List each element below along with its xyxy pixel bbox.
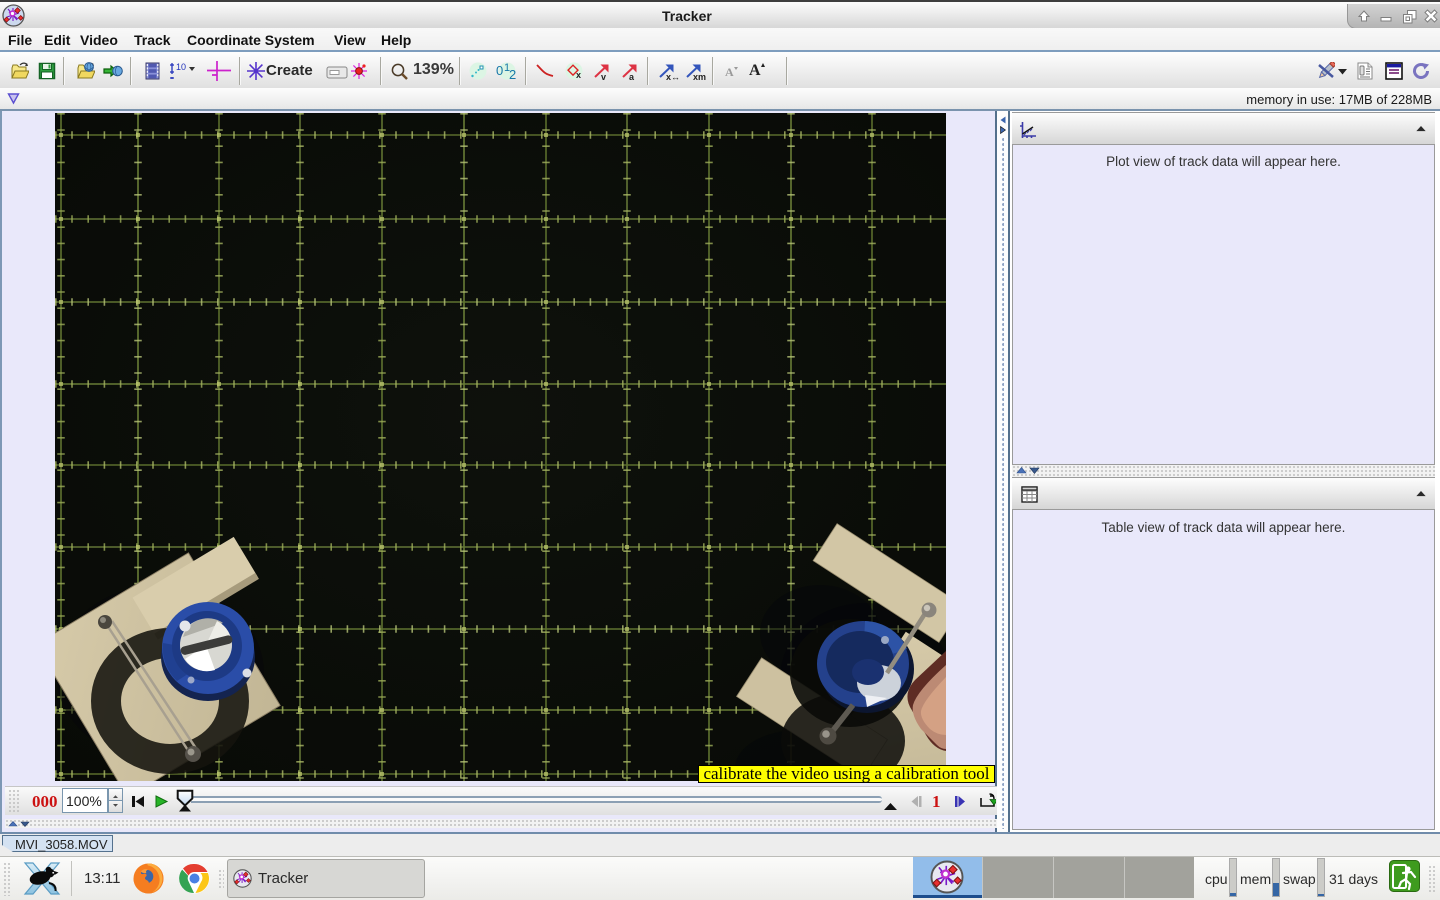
svg-text:A: A [749, 62, 761, 79]
svg-text:A: A [725, 65, 734, 79]
svg-text:x: x [576, 70, 581, 80]
svg-text:x↔: x↔ [666, 72, 680, 80]
svg-text:xm: xm [693, 72, 706, 80]
svg-text:v: v [601, 72, 606, 80]
svg-text:a: a [629, 72, 635, 80]
svg-text:10: 10 [176, 62, 186, 72]
svg-text:2: 2 [509, 67, 516, 81]
svg-text:0: 0 [496, 63, 503, 78]
